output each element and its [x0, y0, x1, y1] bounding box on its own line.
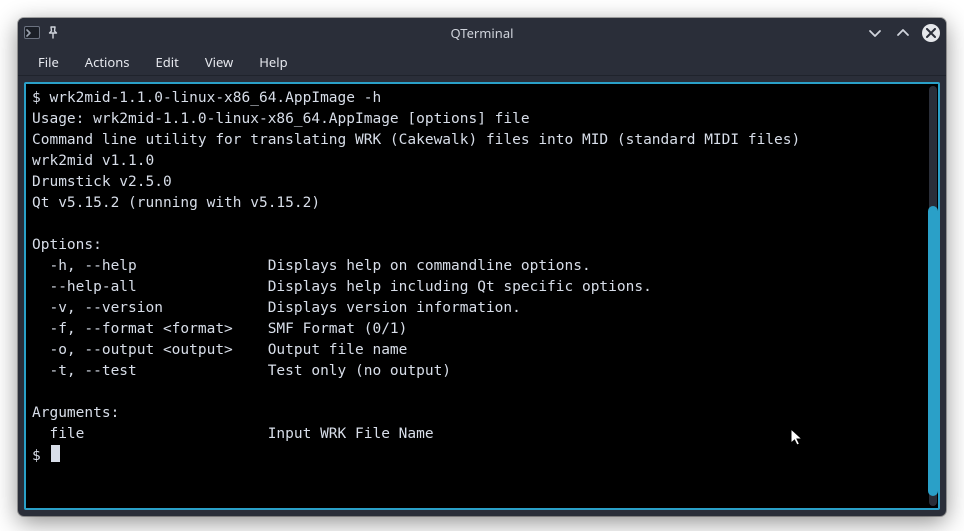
menubar: File Actions Edit View Help [18, 48, 946, 76]
titlebar-left [24, 25, 104, 41]
maximize-button[interactable] [894, 24, 912, 42]
app-icon [24, 25, 40, 41]
terminal-cursor [51, 445, 60, 462]
qterminal-window: QTerminal File Actions Edit View Help $ … [18, 18, 946, 516]
menu-actions[interactable]: Actions [75, 49, 140, 75]
titlebar-right [860, 24, 940, 42]
minimize-button[interactable] [866, 24, 884, 42]
menu-file[interactable]: File [28, 49, 69, 75]
close-button[interactable] [922, 24, 940, 42]
terminal-content[interactable]: $ wrk2mid-1.1.0-linux-x86_64.AppImage -h… [26, 84, 938, 508]
window-title: QTerminal [104, 24, 860, 42]
titlebar[interactable]: QTerminal [18, 18, 946, 48]
menu-help[interactable]: Help [249, 49, 297, 75]
pin-icon[interactable] [46, 26, 60, 40]
terminal[interactable]: $ wrk2mid-1.1.0-linux-x86_64.AppImage -h… [24, 82, 940, 510]
terminal-area: $ wrk2mid-1.1.0-linux-x86_64.AppImage -h… [18, 76, 946, 516]
scrollbar-thumb[interactable] [928, 206, 938, 496]
menu-edit[interactable]: Edit [146, 49, 189, 75]
menu-view[interactable]: View [195, 49, 243, 75]
